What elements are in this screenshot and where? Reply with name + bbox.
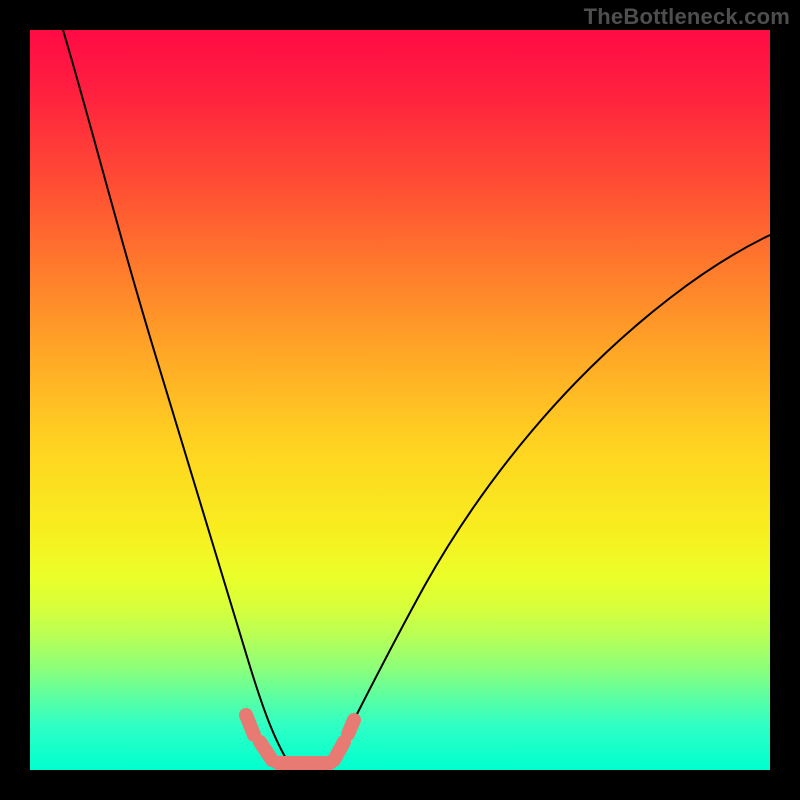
left-curve [63,30,290,765]
floor-marker-left-a [246,715,254,735]
floor-marker-right-b [348,720,354,734]
right-curve [330,235,770,765]
floor-marker-right-a [334,742,344,760]
watermark-text: TheBottleneck.com [584,4,790,30]
floor-marker-left-b [260,742,272,760]
outer-frame: TheBottleneck.com [0,0,800,800]
plot-area [30,30,770,770]
curves-svg [30,30,770,770]
